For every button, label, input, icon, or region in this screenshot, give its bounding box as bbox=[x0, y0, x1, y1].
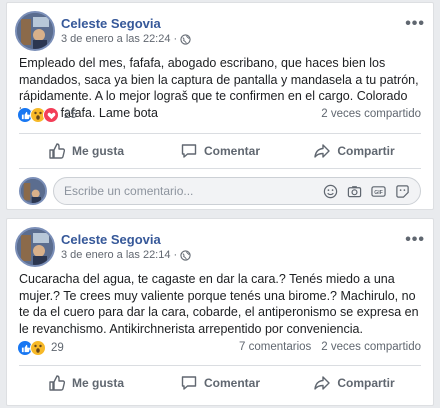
share-label: Compartir bbox=[337, 144, 395, 158]
action-bar: Me gusta Comentar Compartir bbox=[19, 134, 421, 168]
more-options-icon[interactable]: ••• bbox=[405, 15, 425, 33]
comment-tools: GIF bbox=[322, 183, 420, 199]
comment-icon bbox=[181, 144, 197, 158]
comment-button[interactable]: Comentar bbox=[153, 366, 287, 400]
stats-right: 2 veces compartido bbox=[311, 108, 421, 120]
share-label: Compartir bbox=[337, 376, 395, 390]
like-label: Me gusta bbox=[71, 144, 124, 158]
svg-text:GIF: GIF bbox=[374, 189, 383, 195]
post-text: Cucaracha del agua, te cagaste en dar la… bbox=[19, 272, 419, 336]
author-name[interactable]: Celeste Segovia bbox=[61, 16, 161, 31]
comment-label: Comentar bbox=[203, 376, 260, 390]
sticker-icon[interactable] bbox=[394, 183, 410, 199]
post-stats: 25 2 veces compartido bbox=[17, 107, 421, 125]
avatar[interactable] bbox=[15, 227, 55, 267]
reaction-count: 25 bbox=[64, 109, 77, 121]
share-icon bbox=[314, 376, 331, 390]
author-name[interactable]: Celeste Segovia bbox=[61, 232, 161, 247]
comment-input-wrapper: GIF bbox=[53, 177, 421, 205]
post-header: Celeste Segovia 3 de enero a las 22:14 ·… bbox=[15, 227, 425, 267]
post-meta: 3 de enero a las 22:24 · bbox=[61, 33, 191, 45]
reactions-summary[interactable]: 29 bbox=[17, 340, 64, 356]
camera-icon[interactable] bbox=[346, 183, 362, 199]
post-card: Celeste Segovia 3 de enero a las 22:14 ·… bbox=[6, 218, 434, 406]
thumbs-up-icon bbox=[49, 375, 66, 391]
avatar[interactable] bbox=[15, 11, 55, 51]
comment-composer: GIF bbox=[19, 175, 421, 205]
post-card: Celeste Segovia 3 de enero a las 22:24 ·… bbox=[6, 2, 434, 210]
post-date[interactable]: 3 de enero a las 22:14 bbox=[61, 249, 170, 261]
comments-count[interactable]: 7 comentarios bbox=[239, 341, 311, 353]
globe-icon bbox=[180, 33, 191, 45]
shares-count[interactable]: 2 veces compartido bbox=[321, 341, 421, 353]
post-meta: 3 de enero a las 22:14 · bbox=[61, 249, 191, 261]
comment-icon bbox=[181, 376, 197, 390]
reaction-count: 29 bbox=[51, 342, 64, 354]
emoji-icon[interactable] bbox=[322, 183, 338, 199]
share-button[interactable]: Compartir bbox=[287, 366, 421, 400]
reactions-summary[interactable]: 25 bbox=[17, 107, 77, 123]
share-button[interactable]: Compartir bbox=[287, 134, 421, 168]
gif-icon[interactable]: GIF bbox=[370, 183, 386, 199]
comment-button[interactable]: Comentar bbox=[153, 134, 287, 168]
thumbs-up-icon bbox=[49, 143, 66, 159]
action-bar: Me gusta Comentar Compartir bbox=[19, 366, 421, 400]
like-button[interactable]: Me gusta bbox=[19, 134, 153, 168]
comment-label: Comentar bbox=[203, 144, 260, 158]
post-date[interactable]: 3 de enero a las 22:24 bbox=[61, 33, 170, 45]
stats-right: 7 comentarios 2 veces compartido bbox=[239, 341, 421, 353]
like-label: Me gusta bbox=[71, 376, 124, 390]
post-stats: 29 7 comentarios 2 veces compartido bbox=[17, 340, 421, 358]
meta-separator: · bbox=[173, 249, 178, 261]
share-icon bbox=[314, 144, 331, 158]
globe-icon bbox=[180, 249, 191, 261]
love-reaction-icon bbox=[43, 107, 59, 123]
divider bbox=[19, 168, 421, 169]
more-options-icon[interactable]: ••• bbox=[405, 231, 425, 249]
shares-count[interactable]: 2 veces compartido bbox=[321, 108, 421, 120]
wow-reaction-icon bbox=[30, 340, 46, 356]
meta-separator: · bbox=[173, 33, 178, 45]
current-user-avatar[interactable] bbox=[19, 177, 47, 205]
like-button[interactable]: Me gusta bbox=[19, 366, 153, 400]
post-header: Celeste Segovia 3 de enero a las 22:24 ·… bbox=[15, 11, 425, 51]
comment-input[interactable] bbox=[64, 184, 322, 198]
